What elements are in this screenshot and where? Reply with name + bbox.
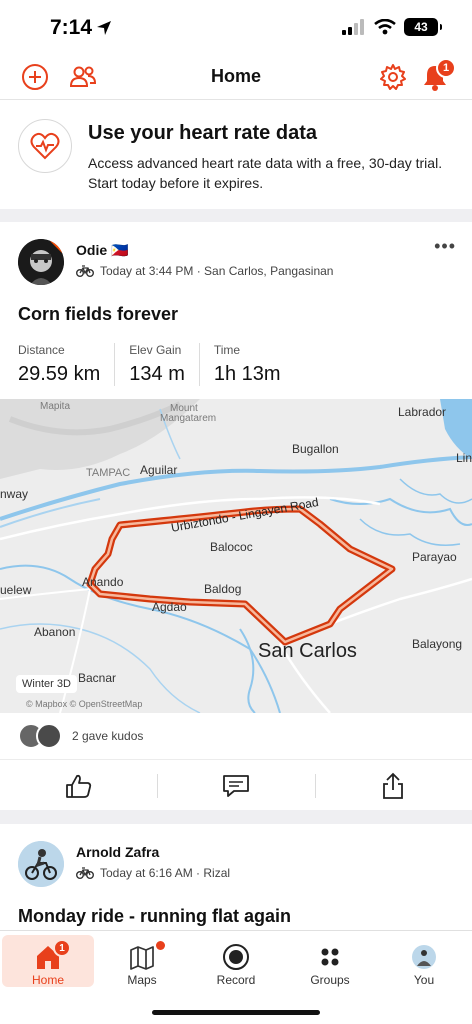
wifi-icon bbox=[374, 19, 396, 35]
home-badge: 1 bbox=[53, 939, 71, 957]
home-indicator bbox=[152, 1010, 320, 1015]
profile-avatar-icon bbox=[412, 945, 436, 969]
map-label: Parayao bbox=[412, 550, 457, 564]
nav-label: Groups bbox=[310, 973, 350, 987]
nav-label: Home bbox=[31, 973, 64, 987]
map-label: Baldog bbox=[204, 582, 242, 596]
record-icon bbox=[223, 944, 249, 970]
stat-time: Time 1h 13m bbox=[213, 343, 281, 385]
map-label: Balococ bbox=[210, 540, 253, 554]
map-label: nway bbox=[0, 487, 29, 501]
map-graphic bbox=[0, 399, 472, 713]
comment-icon bbox=[223, 774, 249, 797]
stat-distance: Distance 29.59 km bbox=[18, 343, 116, 386]
status-bar: 7:14 43 bbox=[0, 0, 472, 56]
map-label: Bacnar bbox=[78, 671, 117, 685]
athlete-name[interactable]: Odie 🇵🇭 bbox=[76, 242, 128, 259]
location-arrow-icon bbox=[97, 21, 111, 35]
map-label: Agdao bbox=[152, 600, 187, 614]
share-icon bbox=[383, 772, 404, 799]
nav-label: Maps bbox=[127, 973, 157, 987]
nav-label: Record bbox=[216, 973, 256, 987]
thumbs-up-icon bbox=[65, 774, 91, 798]
map-label: Bugallon bbox=[292, 442, 339, 456]
kudos-row[interactable]: 2 gave kudos bbox=[18, 723, 143, 749]
promo-text: Access advanced heart rate data with a f… bbox=[88, 155, 443, 191]
activity-meta-text: Today at 3:44 PM · San Carlos, Pangasina… bbox=[100, 264, 334, 278]
activity-stats: Distance 29.59 km Elev Gain 134 m Time 1… bbox=[18, 343, 309, 386]
map-label: uelew bbox=[0, 583, 32, 597]
promo-title: Use your heart rate data bbox=[88, 122, 317, 144]
map-icon bbox=[130, 946, 154, 970]
app-header: Home 1 bbox=[0, 56, 472, 100]
activity-meta: Today at 3:44 PM · San Carlos, Pangasina… bbox=[76, 264, 333, 278]
activity-meta: Today at 6:16 AM · Rizal bbox=[76, 866, 230, 880]
map-label: Mangatarem bbox=[160, 413, 217, 424]
gear-icon bbox=[380, 64, 406, 90]
heart-rate-icon bbox=[18, 119, 72, 173]
bike-icon bbox=[76, 265, 94, 277]
cellular-signal-icon bbox=[342, 19, 364, 35]
map-label: Aguilar bbox=[140, 463, 178, 477]
feed-divider bbox=[0, 810, 472, 824]
feed-divider bbox=[0, 209, 472, 222]
route-map[interactable]: Mapita Mount Mangatarem Labrador Bugallo… bbox=[0, 399, 472, 713]
map-label: Lin bbox=[456, 451, 472, 465]
activity-card[interactable]: Arnold Zafra Today at 6:16 AM · Rizal Mo… bbox=[0, 824, 472, 930]
notifications-button[interactable]: 1 bbox=[418, 58, 456, 94]
nav-label: You bbox=[413, 973, 435, 987]
maps-dot bbox=[156, 941, 165, 950]
map-label: TAMPAC bbox=[86, 467, 131, 479]
battery-indicator: 43 bbox=[404, 18, 442, 36]
notification-badge: 1 bbox=[436, 58, 456, 78]
stat-elevation: Elev Gain 134 m bbox=[129, 343, 200, 386]
nav-maps[interactable]: Maps bbox=[96, 935, 188, 987]
bike-icon bbox=[76, 867, 94, 879]
more-options-button[interactable]: ••• bbox=[434, 236, 456, 257]
nav-you[interactable]: You bbox=[378, 935, 470, 987]
give-kudos-button[interactable] bbox=[0, 760, 157, 811]
activity-meta-text: Today at 6:16 AM · Rizal bbox=[100, 866, 231, 880]
nav-groups[interactable]: Groups bbox=[284, 935, 376, 987]
activity-title[interactable]: Corn fields forever bbox=[18, 304, 178, 325]
heart-rate-promo[interactable]: Use your heart rate data Access advanced… bbox=[0, 101, 472, 209]
groups-icon bbox=[321, 948, 339, 966]
share-button[interactable] bbox=[314, 760, 472, 811]
map-label: Balayong bbox=[412, 637, 463, 651]
activity-actions bbox=[0, 759, 472, 811]
map-label: Abanon bbox=[34, 625, 76, 639]
comment-button[interactable] bbox=[157, 760, 314, 811]
map-attribution: © Mapbox © OpenStreetMap bbox=[26, 699, 143, 709]
status-time: 7:14 bbox=[50, 16, 93, 39]
settings-button[interactable] bbox=[376, 60, 410, 94]
map-label: Anando bbox=[82, 575, 124, 589]
kudos-count: 2 gave kudos bbox=[72, 729, 144, 743]
avatar[interactable] bbox=[18, 841, 64, 887]
kudos-avatar bbox=[36, 723, 62, 749]
nav-record[interactable]: Record bbox=[190, 935, 282, 987]
map-label: Mapita bbox=[40, 401, 71, 412]
athlete-name[interactable]: Arnold Zafra bbox=[76, 844, 159, 860]
map-label: Labrador bbox=[398, 405, 447, 419]
avatar[interactable] bbox=[18, 239, 64, 285]
nav-home[interactable]: 1 Home bbox=[2, 935, 94, 987]
activity-title[interactable]: Monday ride - running flat again bbox=[18, 906, 291, 927]
map-label-city: San Carlos bbox=[258, 640, 357, 662]
activity-card[interactable]: Odie 🇵🇭 Today at 3:44 PM · San Carlos, P… bbox=[0, 222, 472, 810]
map-style-chip[interactable]: Winter 3D bbox=[16, 675, 77, 693]
